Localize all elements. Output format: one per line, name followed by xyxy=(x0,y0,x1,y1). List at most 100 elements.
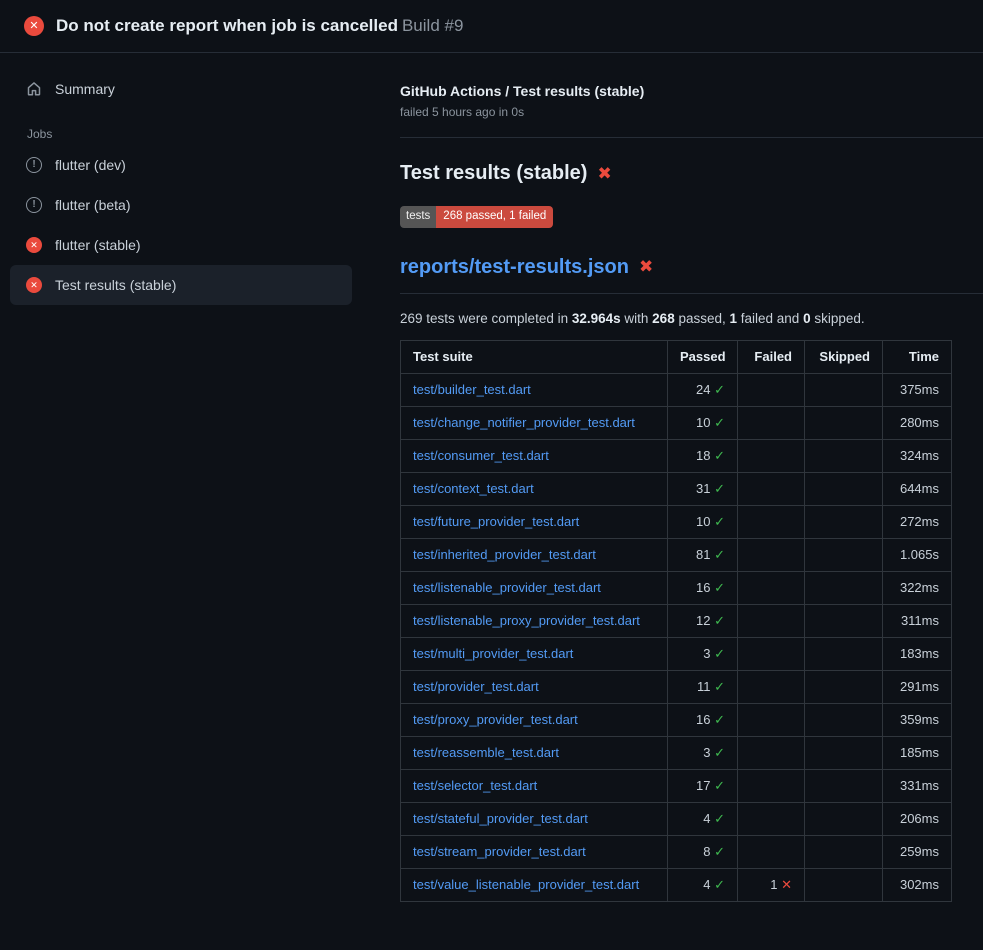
results-table: Test suitePassedFailedSkippedTime test/b… xyxy=(400,340,952,902)
sidebar-item-job[interactable]: ✕flutter (stable) xyxy=(10,225,352,265)
skipped-cell xyxy=(805,637,883,670)
column-header: Failed xyxy=(738,340,805,373)
time-cell: 280ms xyxy=(883,406,952,439)
passed-cell: 3 ✓ xyxy=(668,736,738,769)
failed-cell xyxy=(738,538,805,571)
suite-cell: test/future_provider_test.dart xyxy=(401,505,668,538)
summary-segment: 268 xyxy=(652,311,675,326)
passed-count: 18 xyxy=(696,448,714,463)
jobs-list: ! flutter (dev) !flutter (beta)✕flutter (s… xyxy=(10,145,352,305)
passed-cell: 12 ✓ xyxy=(668,604,738,637)
neutral-status-icon: ! xyxy=(26,157,42,173)
table-row: test/builder_test.dart24 ✓375ms xyxy=(401,373,952,406)
failed-cell xyxy=(738,439,805,472)
passed-cell: 4 ✓ xyxy=(668,802,738,835)
time-cell: 322ms xyxy=(883,571,952,604)
table-row: test/future_provider_test.dart10 ✓272ms xyxy=(401,505,952,538)
passed-count: 31 xyxy=(696,481,714,496)
page-header: ✕ Do not create report when job is cance… xyxy=(0,0,983,53)
test-suite-link[interactable]: test/listenable_proxy_provider_test.dart xyxy=(413,613,640,628)
passed-count: 8 xyxy=(703,844,714,859)
skipped-cell xyxy=(805,802,883,835)
test-suite-link[interactable]: test/multi_provider_test.dart xyxy=(413,646,573,661)
passed-count: 10 xyxy=(696,415,714,430)
passed-cell: 17 ✓ xyxy=(668,769,738,802)
failed-cell xyxy=(738,571,805,604)
check-icon: ✓ xyxy=(714,448,725,463)
time-cell: 183ms xyxy=(883,637,952,670)
passed-cell: 10 ✓ xyxy=(668,406,738,439)
suite-cell: test/reassemble_test.dart xyxy=(401,736,668,769)
suite-cell: test/stream_provider_test.dart xyxy=(401,835,668,868)
sidebar-item-job[interactable]: ✕Test results (stable) xyxy=(10,265,352,305)
table-row: test/listenable_provider_test.dart16 ✓32… xyxy=(401,571,952,604)
job-label: flutter (stable) xyxy=(55,237,141,253)
suite-cell: test/proxy_provider_test.dart xyxy=(401,703,668,736)
tests-badge: tests 268 passed, 1 failed xyxy=(400,206,553,228)
check-icon: ✓ xyxy=(714,712,725,727)
table-row: test/listenable_proxy_provider_test.dart… xyxy=(401,604,952,637)
test-suite-link[interactable]: test/consumer_test.dart xyxy=(413,448,549,463)
passed-count: 10 xyxy=(696,514,714,529)
test-suite-link[interactable]: test/value_listenable_provider_test.dart xyxy=(413,877,639,892)
passed-count: 4 xyxy=(703,877,714,892)
suite-cell: test/listenable_proxy_provider_test.dart xyxy=(401,604,668,637)
table-row: test/reassemble_test.dart3 ✓185ms xyxy=(401,736,952,769)
failed-cell xyxy=(738,703,805,736)
failed-cell xyxy=(738,670,805,703)
table-header-row: Test suitePassedFailedSkippedTime xyxy=(401,340,952,373)
failed-cell xyxy=(738,769,805,802)
passed-cell: 4 ✓ xyxy=(668,868,738,901)
test-suite-link[interactable]: test/reassemble_test.dart xyxy=(413,745,559,760)
passed-cell: 10 ✓ xyxy=(668,505,738,538)
test-suite-link[interactable]: test/stateful_provider_test.dart xyxy=(413,811,588,826)
failed-cell xyxy=(738,373,805,406)
test-suite-link[interactable]: test/selector_test.dart xyxy=(413,778,537,793)
check-icon: ✓ xyxy=(714,778,725,793)
skipped-cell xyxy=(805,769,883,802)
job-label: Test results (stable) xyxy=(55,277,176,293)
test-suite-link[interactable]: test/change_notifier_provider_test.dart xyxy=(413,415,635,430)
summary-segment: with xyxy=(621,311,653,326)
results-table-body: test/builder_test.dart24 ✓375mstest/chan… xyxy=(401,373,952,901)
time-cell: 259ms xyxy=(883,835,952,868)
failed-cell xyxy=(738,802,805,835)
table-row: test/change_notifier_provider_test.dart 1… xyxy=(401,406,952,439)
skipped-cell xyxy=(805,670,883,703)
test-suite-link[interactable]: test/builder_test.dart xyxy=(413,382,531,397)
summary-segment: 269 tests were completed in xyxy=(400,311,572,326)
test-suite-link[interactable]: test/context_test.dart xyxy=(413,481,534,496)
test-suite-link[interactable]: test/provider_test.dart xyxy=(413,679,539,694)
sidebar-item-summary[interactable]: Summary xyxy=(10,71,352,107)
skipped-cell xyxy=(805,505,883,538)
time-cell: 359ms xyxy=(883,703,952,736)
home-icon xyxy=(26,81,42,97)
time-cell: 302ms xyxy=(883,868,952,901)
job-label: flutter (dev) xyxy=(55,157,126,173)
check-icon: ✓ xyxy=(714,415,725,430)
divider xyxy=(400,137,983,138)
cross-icon: ✕ xyxy=(781,877,792,892)
report-link[interactable]: reports/test-results.json xyxy=(400,254,629,280)
suite-cell: test/change_notifier_provider_test.dart xyxy=(401,406,668,439)
sidebar-item-job[interactable]: ! flutter (dev) xyxy=(10,145,352,185)
suite-cell: test/selector_test.dart xyxy=(401,769,668,802)
test-suite-link[interactable]: test/inherited_provider_test.dart xyxy=(413,547,596,562)
passed-cell: 16 ✓ xyxy=(668,703,738,736)
passed-count: 81 xyxy=(696,547,714,562)
passed-cell: 81 ✓ xyxy=(668,538,738,571)
failed-x-icon: ✖ xyxy=(597,165,611,182)
test-suite-link[interactable]: test/proxy_provider_test.dart xyxy=(413,712,578,727)
test-suite-link[interactable]: test/stream_provider_test.dart xyxy=(413,844,586,859)
time-cell: 1.065s xyxy=(883,538,952,571)
time-cell: 644ms xyxy=(883,472,952,505)
skipped-cell xyxy=(805,571,883,604)
passed-count: 24 xyxy=(696,382,714,397)
test-suite-link[interactable]: test/listenable_provider_test.dart xyxy=(413,580,601,595)
test-suite-link[interactable]: test/future_provider_test.dart xyxy=(413,514,579,529)
suite-cell: test/multi_provider_test.dart xyxy=(401,637,668,670)
sidebar-item-job[interactable]: !flutter (beta) xyxy=(10,185,352,225)
skipped-cell xyxy=(805,835,883,868)
suite-cell: test/consumer_test.dart xyxy=(401,439,668,472)
passed-count: 12 xyxy=(696,613,714,628)
